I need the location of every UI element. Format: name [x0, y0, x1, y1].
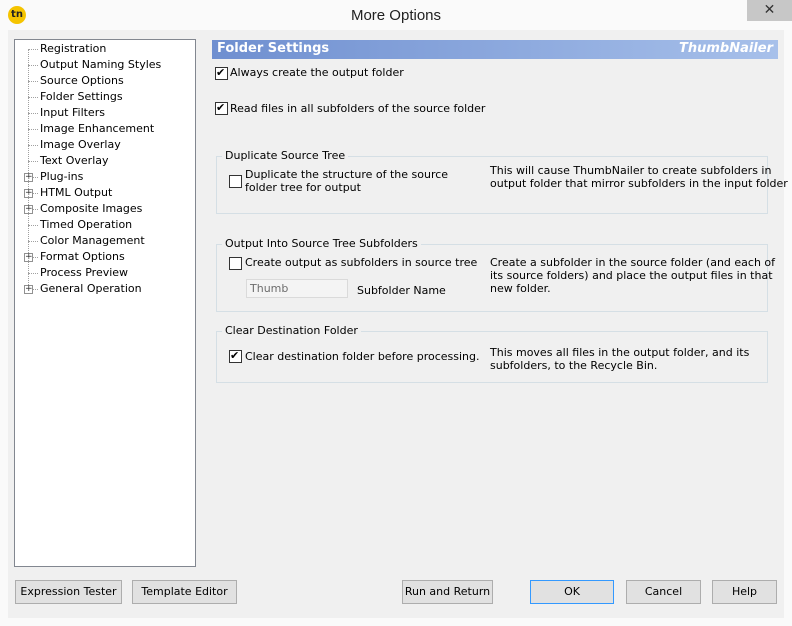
tree-item-label: Image Enhancement: [40, 122, 155, 135]
template-editor-button[interactable]: Template Editor: [132, 580, 237, 604]
clear-destination-label[interactable]: Clear destination folder before processi…: [245, 350, 480, 363]
duplicate-structure-checkbox[interactable]: [229, 175, 242, 188]
panel-title: Folder Settings: [217, 41, 330, 56]
duplicate-desc-line2: output folder that mirror subfolders in …: [490, 177, 788, 190]
tree-item-label: Folder Settings: [40, 90, 123, 103]
window-frame-left: [0, 30, 8, 626]
window-frame-right: [784, 30, 792, 626]
tree-item-label: HTML Output: [40, 186, 113, 199]
options-tree[interactable]: Registration Output Naming Styles Source…: [14, 39, 196, 567]
help-button[interactable]: Help: [712, 580, 777, 604]
expression-tester-button[interactable]: Expression Tester: [15, 580, 122, 604]
brand-label: ThumbNailer: [678, 41, 773, 56]
tree-item-label: Source Options: [40, 74, 124, 87]
read-subfolders-checkbox[interactable]: [215, 101, 228, 115]
tree-item-label: Composite Images: [40, 202, 143, 215]
subfolder-name-input[interactable]: Thumb: [246, 279, 348, 298]
group-title: Clear Destination Folder: [222, 324, 361, 337]
tree-item-label: Format Options: [40, 250, 125, 263]
tree-item-label: Image Overlay: [40, 138, 121, 151]
tree-item-label: Timed Operation: [40, 218, 133, 231]
expand-icon[interactable]: +: [24, 285, 33, 294]
subfolder-name-label: Subfolder Name: [357, 284, 446, 297]
tree-item-label: Text Overlay: [40, 154, 109, 167]
duplicate-structure-label-line2[interactable]: folder tree for output: [245, 181, 361, 194]
create-subfolders-checkbox[interactable]: [229, 257, 242, 270]
panel-header: Folder Settings ThumbNailer: [212, 40, 778, 59]
subfolders-desc-line2: its source folders) and place the output…: [490, 269, 773, 282]
read-subfolders-label[interactable]: Read files in all subfolders of the sour…: [230, 102, 485, 115]
title-bar: tn More Options ✕: [0, 0, 792, 30]
always-create-checkbox[interactable]: [215, 66, 228, 80]
window-title: More Options: [350, 7, 442, 24]
clear-desc-line2: subfolders, to the Recycle Bin.: [490, 359, 658, 372]
always-create-label[interactable]: Always create the output folder: [230, 66, 404, 79]
run-and-return-button[interactable]: Run and Return: [402, 580, 493, 604]
tree-item-label: Registration: [40, 42, 107, 55]
group-title: Duplicate Source Tree: [222, 149, 349, 162]
subfolders-desc-line3: new folder.: [490, 282, 551, 295]
tree-item-label: Color Management: [40, 234, 145, 247]
cancel-button[interactable]: Cancel: [626, 580, 701, 604]
ok-button[interactable]: OK: [530, 580, 614, 604]
tree-item-label: Input Filters: [40, 106, 105, 119]
create-subfolders-label[interactable]: Create output as subfolders in source tr…: [245, 256, 477, 269]
tree-item-label: General Operation: [40, 282, 142, 295]
tree-item-label: Process Preview: [40, 266, 129, 279]
close-button[interactable]: ✕: [747, 0, 792, 21]
duplicate-desc-line1: This will cause ThumbNailer to create su…: [490, 164, 772, 177]
subfolders-desc-line1: Create a subfolder in the source folder …: [490, 256, 776, 269]
tree-item-label: Plug-ins: [40, 170, 84, 183]
clear-destination-checkbox[interactable]: [229, 349, 242, 363]
tree-item-label: Output Naming Styles: [40, 58, 162, 71]
clear-desc-line1: This moves all files in the output folde…: [490, 346, 750, 359]
group-title: Output Into Source Tree Subfolders: [222, 237, 421, 250]
duplicate-structure-label-line1[interactable]: Duplicate the structure of the source: [245, 168, 448, 181]
window-frame-bottom: [0, 618, 792, 626]
